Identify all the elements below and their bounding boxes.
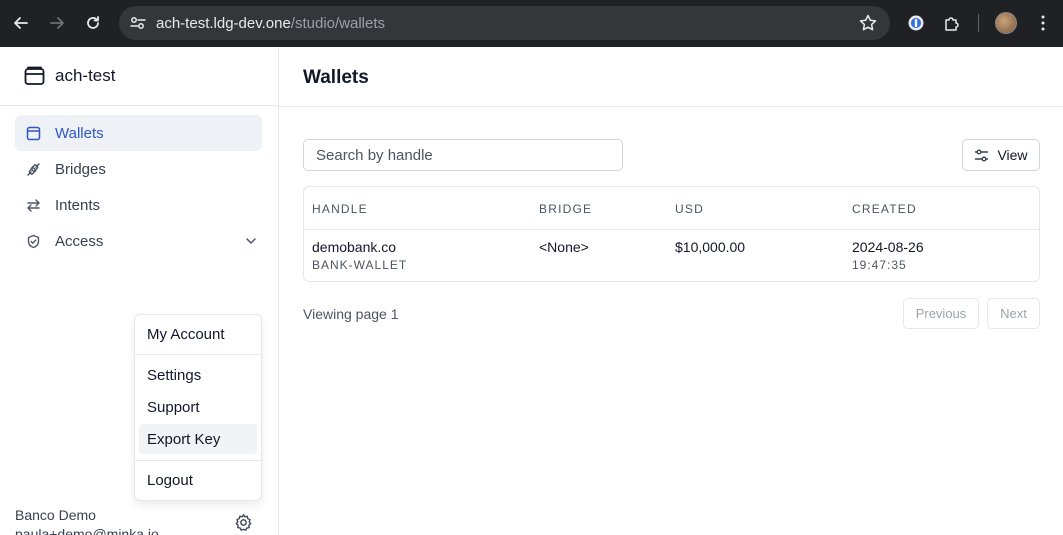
main-content: Wallets View HANDLE BRIDGE USD CREATED d… (279, 47, 1063, 535)
back-button[interactable] (9, 11, 33, 35)
sidebar-item-wallets[interactable]: Wallets (15, 115, 262, 151)
sidebar-item-access[interactable]: Access (15, 223, 262, 259)
column-header-handle[interactable]: HANDLE (312, 202, 368, 216)
header-divider (279, 106, 1063, 107)
arrow-right-icon (50, 17, 64, 29)
profile-avatar[interactable] (995, 12, 1017, 34)
previous-page-button[interactable]: Previous (903, 298, 979, 329)
column-header-usd[interactable]: USD (675, 202, 704, 216)
password-manager-icon (908, 15, 924, 31)
extensions-button[interactable] (940, 11, 964, 35)
menu-divider (135, 460, 261, 461)
search-input[interactable] (303, 139, 623, 171)
url-path: /studio/wallets (290, 15, 386, 32)
shield-check-icon (27, 234, 40, 248)
cell-bridge: <None> (539, 239, 589, 255)
sliders-icon (975, 149, 989, 161)
arrows-left-right-icon (27, 198, 40, 212)
user-dropdown-menu: My Account Settings Support Export Key L… (134, 314, 262, 501)
page-title: Wallets (303, 67, 369, 88)
sidebar-item-label: Intents (55, 196, 101, 214)
cell-usd: $10,000.00 (675, 239, 746, 255)
wallet-icon (26, 126, 41, 140)
menu-item-my-account[interactable]: My Account (139, 319, 257, 349)
menu-item-settings[interactable]: Settings (139, 360, 257, 390)
view-options-button[interactable]: View (962, 139, 1040, 171)
column-header-created[interactable]: CREATED (852, 202, 917, 216)
reload-button[interactable] (81, 11, 105, 35)
url-text: ach-test.ldg-dev.one/studio/wallets (156, 15, 385, 32)
user-name: Banco Demo (15, 507, 96, 523)
pagination-info: Viewing page 1 (303, 306, 399, 322)
sidebar: ach-test Wallets Bridges Intents Access … (0, 47, 279, 535)
table-header-divider (304, 229, 1039, 230)
sidebar-item-label: Bridges (55, 160, 106, 178)
bookmark-star-icon[interactable] (858, 13, 878, 33)
user-email: paula+demo@minka.io (15, 526, 159, 535)
menu-item-logout[interactable]: Logout (139, 465, 257, 495)
cell-handle-type: BANK-WALLET (312, 258, 408, 272)
cell-handle[interactable]: demobank.co (312, 239, 396, 255)
more-vertical-icon (1041, 15, 1045, 31)
menu-divider (135, 354, 261, 355)
sidebar-item-intents[interactable]: Intents (15, 187, 262, 223)
toolbar-divider (978, 14, 979, 32)
sidebar-item-bridges[interactable]: Bridges (15, 151, 262, 187)
brand-name: ach-test (55, 65, 116, 85)
address-bar[interactable]: ach-test.ldg-dev.one/studio/wallets (119, 6, 890, 40)
next-page-button[interactable]: Next (987, 298, 1040, 329)
cell-created-time: 19:47:35 (852, 258, 907, 272)
gear-icon (235, 514, 252, 531)
plug-icon (27, 162, 40, 176)
sidebar-divider (0, 105, 279, 106)
site-settings-icon[interactable] (129, 14, 147, 32)
menu-item-export-key[interactable]: Export Key (139, 424, 257, 454)
cell-created-date: 2024-08-26 (852, 239, 924, 255)
url-host: ach-test.ldg-dev.one (156, 15, 291, 32)
brand[interactable]: ach-test (24, 65, 115, 86)
browser-menu-button[interactable] (1031, 11, 1055, 35)
user-settings-button[interactable] (234, 513, 253, 535)
view-label: View (997, 147, 1028, 163)
extension-1password-button[interactable] (904, 11, 928, 35)
column-header-bridge[interactable]: BRIDGE (539, 202, 592, 216)
reload-icon (87, 16, 99, 29)
menu-item-support[interactable]: Support (139, 392, 257, 422)
browser-toolbar: ach-test.ldg-dev.one/studio/wallets (0, 0, 1063, 47)
ledger-box-icon (24, 66, 45, 85)
chevron-down-icon (246, 238, 256, 244)
puzzle-icon (945, 17, 959, 31)
arrow-left-icon (14, 17, 28, 29)
sidebar-item-label: Wallets (55, 124, 104, 142)
wallets-table: HANDLE BRIDGE USD CREATED demobank.co BA… (303, 186, 1040, 282)
sidebar-item-label: Access (55, 232, 104, 250)
forward-button[interactable] (45, 11, 69, 35)
